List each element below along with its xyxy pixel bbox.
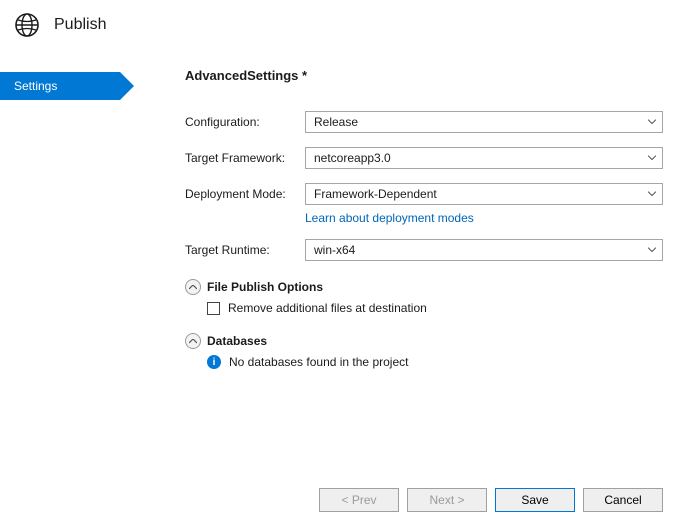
select-target-runtime[interactable]: win-x64: [305, 239, 663, 261]
databases-message: No databases found in the project: [229, 355, 408, 369]
section-title-databases: Databases: [207, 334, 267, 348]
checkbox-label: Remove additional files at destination: [228, 301, 427, 315]
chevron-down-icon: [648, 192, 656, 197]
select-configuration[interactable]: Release: [305, 111, 663, 133]
sidebar-item-label: Settings: [14, 79, 57, 93]
dialog-footer: < Prev Next > Save Cancel: [319, 488, 663, 512]
section-file-publish: File Publish Options Remove additional f…: [185, 279, 663, 315]
chevron-down-icon: [648, 120, 656, 125]
dialog-title: Publish: [54, 16, 106, 34]
row-target-runtime: Target Runtime: win-x64: [185, 239, 663, 261]
label-configuration: Configuration:: [185, 115, 305, 129]
label-deployment-mode: Deployment Mode:: [185, 187, 305, 201]
label-target-framework: Target Framework:: [185, 151, 305, 165]
select-value: win-x64: [314, 240, 355, 260]
section-body-file-publish: Remove additional files at destination: [207, 301, 663, 315]
checkbox-remove-additional-files[interactable]: [207, 302, 220, 315]
next-button[interactable]: Next >: [407, 488, 487, 512]
sidebar: Settings: [0, 58, 145, 460]
chevron-up-icon: [189, 339, 197, 344]
cancel-button[interactable]: Cancel: [583, 488, 663, 512]
select-deployment-mode[interactable]: Framework-Dependent: [305, 183, 663, 205]
select-value: netcoreapp3.0: [314, 148, 391, 168]
page-title: AdvancedSettings *: [185, 68, 663, 83]
globe-icon: [14, 12, 40, 38]
row-configuration: Configuration: Release: [185, 111, 663, 133]
section-head-file-publish: File Publish Options: [185, 279, 663, 295]
section-body-databases: i No databases found in the project: [207, 355, 663, 369]
prev-button[interactable]: < Prev: [319, 488, 399, 512]
chevron-down-icon: [648, 248, 656, 253]
select-value: Framework-Dependent: [314, 184, 437, 204]
chevron-up-icon: [189, 285, 197, 290]
section-head-databases: Databases: [185, 333, 663, 349]
expander-databases[interactable]: [185, 333, 201, 349]
save-button[interactable]: Save: [495, 488, 575, 512]
link-deployment-modes[interactable]: Learn about deployment modes: [305, 211, 474, 225]
section-title-file-publish: File Publish Options: [207, 280, 323, 294]
chevron-down-icon: [648, 156, 656, 161]
row-deployment-link: Learn about deployment modes: [305, 211, 663, 225]
sidebar-item-settings[interactable]: Settings: [0, 72, 120, 100]
section-databases: Databases i No databases found in the pr…: [185, 333, 663, 369]
select-value: Release: [314, 112, 358, 132]
row-target-framework: Target Framework: netcoreapp3.0: [185, 147, 663, 169]
dialog-header: Publish: [0, 0, 685, 58]
expander-file-publish[interactable]: [185, 279, 201, 295]
label-target-runtime: Target Runtime:: [185, 243, 305, 257]
row-deployment-mode: Deployment Mode: Framework-Dependent: [185, 183, 663, 205]
info-icon: i: [207, 355, 221, 369]
main-panel: AdvancedSettings * Configuration: Releas…: [145, 58, 685, 460]
select-target-framework[interactable]: netcoreapp3.0: [305, 147, 663, 169]
dialog-content: Settings AdvancedSettings * Configuratio…: [0, 58, 685, 460]
